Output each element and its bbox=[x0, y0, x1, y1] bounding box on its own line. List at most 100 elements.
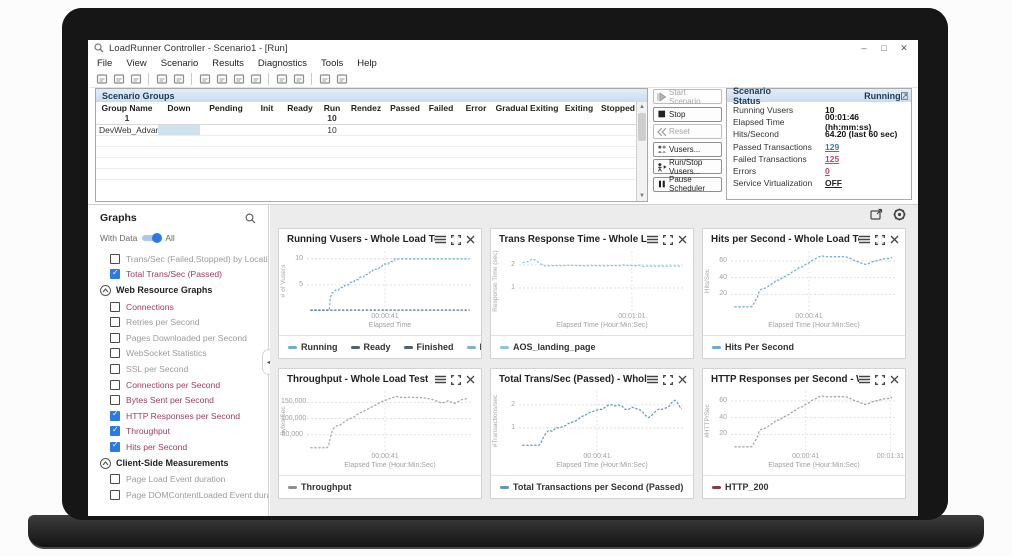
graph-item-connections[interactable]: Connections bbox=[100, 299, 268, 315]
results-icon[interactable] bbox=[154, 72, 169, 86]
maximize-icon[interactable] bbox=[875, 235, 885, 245]
menu-tools[interactable]: Tools bbox=[314, 58, 350, 69]
scroll-thumb[interactable] bbox=[638, 113, 646, 141]
start-scenario-button[interactable]: Start Scenario bbox=[653, 89, 722, 104]
maximize-icon[interactable] bbox=[663, 375, 673, 385]
menu-icon[interactable] bbox=[435, 375, 446, 384]
graph-item-pages-downloaded-per-second[interactable]: Pages Downloaded per Second bbox=[100, 330, 268, 346]
output-window-icon[interactable] bbox=[291, 72, 306, 86]
column-header[interactable]: Stopped bbox=[598, 102, 638, 113]
minimize-icon[interactable]: – bbox=[854, 41, 874, 55]
status-value[interactable]: 129 bbox=[825, 142, 907, 152]
chevron-up-icon[interactable] bbox=[100, 285, 111, 296]
group-cell[interactable] bbox=[424, 124, 458, 135]
column-header[interactable]: Run bbox=[318, 102, 346, 113]
close-icon[interactable] bbox=[890, 235, 899, 244]
online-graphs-icon[interactable] bbox=[317, 72, 332, 86]
checkbox-unchecked[interactable] bbox=[110, 490, 120, 500]
menu-icon[interactable] bbox=[859, 235, 870, 244]
group-cell[interactable] bbox=[386, 124, 424, 135]
checkbox-unchecked[interactable] bbox=[110, 254, 120, 264]
group-cell[interactable] bbox=[158, 124, 200, 135]
graph-item-throughput[interactable]: Throughput bbox=[100, 424, 268, 440]
menu-view[interactable]: View bbox=[119, 58, 153, 69]
init-vusers-icon[interactable] bbox=[197, 72, 212, 86]
graph-item-bytes-sent-per-second[interactable]: Bytes Sent per Second bbox=[100, 392, 268, 408]
group-row[interactable]: DevWeb_Advantag10 bbox=[96, 124, 638, 135]
run-vusers-icon[interactable] bbox=[214, 72, 229, 86]
checkbox-unchecked[interactable] bbox=[110, 364, 120, 374]
reset-button[interactable]: Reset bbox=[653, 124, 722, 139]
group-cell[interactable] bbox=[282, 124, 318, 135]
graph-item-hits-per-second[interactable]: Hits per Second bbox=[100, 439, 268, 455]
group-cell[interactable] bbox=[560, 124, 598, 135]
graph-item-ssl-per-second[interactable]: SSL per Second bbox=[100, 361, 268, 377]
menu-scenario[interactable]: Scenario bbox=[154, 58, 206, 69]
graph-item-websocket-statistics[interactable]: WebSocket Statistics bbox=[100, 346, 268, 362]
group-cell[interactable] bbox=[458, 124, 494, 135]
group-cell[interactable] bbox=[200, 124, 252, 135]
restore-icon[interactable]: □ bbox=[874, 41, 894, 55]
maximize-icon[interactable] bbox=[875, 375, 885, 385]
graph-item-page-load-event-duration[interactable]: Page Load Event duration bbox=[100, 471, 268, 487]
maximize-icon[interactable] bbox=[451, 235, 461, 245]
status-value[interactable]: 0 bbox=[825, 166, 907, 176]
graph-item-total-trans-sec-passed-[interactable]: Total Trans/Sec (Passed) bbox=[100, 267, 268, 283]
menu-results[interactable]: Results bbox=[205, 58, 251, 69]
close-icon[interactable] bbox=[466, 375, 475, 384]
network-delay-icon[interactable] bbox=[334, 72, 349, 86]
checkbox-unchecked[interactable] bbox=[110, 474, 120, 484]
scroll-down-icon[interactable]: ▼ bbox=[637, 191, 647, 201]
undock-graphs-icon[interactable] bbox=[870, 208, 883, 226]
close-icon[interactable] bbox=[890, 375, 899, 384]
checkbox-checked[interactable] bbox=[110, 426, 120, 436]
undock-icon[interactable] bbox=[901, 92, 908, 100]
checkbox-checked[interactable] bbox=[110, 442, 120, 452]
maximize-icon[interactable] bbox=[663, 235, 673, 245]
checkbox-unchecked[interactable] bbox=[110, 317, 120, 327]
column-header[interactable]: Group Name bbox=[96, 102, 158, 113]
column-header[interactable]: Pending bbox=[200, 102, 252, 113]
graph-item-retries-per-second[interactable]: Retries per Second bbox=[100, 314, 268, 330]
menu-icon[interactable] bbox=[647, 235, 658, 244]
close-icon[interactable] bbox=[466, 235, 475, 244]
menu-help[interactable]: Help bbox=[350, 58, 384, 69]
column-header[interactable]: Init bbox=[252, 102, 282, 113]
pause-scheduler-button[interactable]: Pause Scheduler bbox=[653, 177, 722, 192]
maximize-icon[interactable] bbox=[451, 375, 461, 385]
close-icon[interactable] bbox=[678, 235, 687, 244]
checkbox-unchecked[interactable] bbox=[110, 302, 120, 312]
group-cell[interactable] bbox=[346, 124, 386, 135]
open-scenario-icon[interactable] bbox=[111, 72, 126, 86]
checkbox-unchecked[interactable] bbox=[110, 395, 120, 405]
chevron-up-icon[interactable] bbox=[100, 458, 111, 469]
checkbox-unchecked[interactable] bbox=[110, 380, 120, 390]
vuser-details-icon[interactable] bbox=[274, 72, 289, 86]
column-header[interactable]: Error bbox=[458, 102, 494, 113]
connect-icon[interactable] bbox=[94, 72, 109, 86]
menu-icon[interactable] bbox=[859, 375, 870, 384]
analysis-icon[interactable] bbox=[171, 72, 186, 86]
group-cell[interactable]: 10 bbox=[318, 124, 346, 135]
column-header[interactable]: Passed bbox=[386, 102, 424, 113]
settings-gear-icon[interactable] bbox=[893, 208, 906, 226]
status-value[interactable]: OFF bbox=[825, 178, 907, 188]
gradual-stop-vusers-icon[interactable] bbox=[231, 72, 246, 86]
group-cell[interactable] bbox=[494, 124, 560, 135]
column-header[interactable]: Failed bbox=[424, 102, 458, 113]
graph-item-http-responses-per-second[interactable]: HTTP Responses per Second bbox=[100, 408, 268, 424]
search-icon[interactable] bbox=[245, 213, 256, 224]
groups-scrollbar[interactable]: ▲ ▼ bbox=[636, 102, 647, 201]
column-header[interactable]: Gradual Exiting bbox=[494, 102, 560, 113]
column-header[interactable]: Rendez bbox=[346, 102, 386, 113]
menu-file[interactable]: File bbox=[90, 58, 119, 69]
save-scenario-icon[interactable] bbox=[128, 72, 143, 86]
graph-section-client-side-measurements[interactable]: Client-Side Measurements bbox=[100, 455, 268, 472]
menu-icon[interactable] bbox=[647, 375, 658, 384]
menu-diagnostics[interactable]: Diagnostics bbox=[251, 58, 314, 69]
graph-item-page-domcontentloaded-event-duration[interactable]: Page DOMContentLoaded Event duration bbox=[100, 487, 268, 503]
menu-icon[interactable] bbox=[435, 235, 446, 244]
column-header[interactable]: Exiting bbox=[560, 102, 598, 113]
checkbox-checked[interactable] bbox=[110, 269, 120, 279]
stop-vusers-icon[interactable] bbox=[248, 72, 263, 86]
